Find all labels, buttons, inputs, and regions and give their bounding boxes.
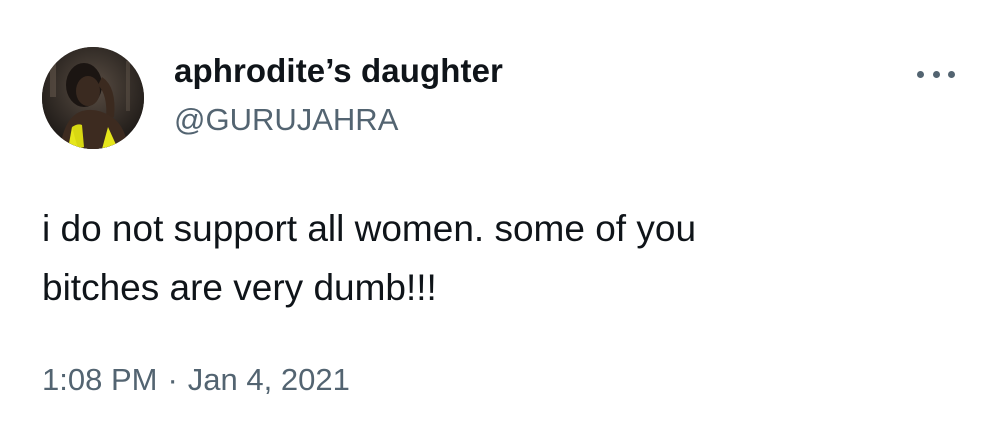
tweet-text: i do not support all women. some of you … bbox=[42, 199, 942, 317]
user-handle[interactable]: @GURUJAHRA bbox=[174, 102, 398, 138]
timestamp-separator: · bbox=[167, 362, 178, 397]
tweet-timestamp[interactable]: 1:08 PM · Jan 4, 2021 bbox=[42, 362, 350, 398]
more-options-button[interactable] bbox=[913, 60, 959, 88]
tweet-card: aphrodite’s daughter @GURUJAHRA i do not… bbox=[0, 0, 1000, 447]
more-dot bbox=[948, 70, 955, 78]
tweet-text-line: bitches are very dumb!!! bbox=[42, 267, 437, 308]
tweet-text-line: i do not support all women. some of you bbox=[42, 208, 697, 249]
avatar[interactable] bbox=[42, 47, 144, 149]
display-name[interactable]: aphrodite’s daughter bbox=[174, 52, 503, 90]
tweet-time: 1:08 PM bbox=[42, 362, 158, 397]
more-dot bbox=[932, 70, 940, 78]
more-dot bbox=[917, 70, 924, 78]
more-horizontal-icon bbox=[917, 70, 955, 78]
tweet-date: Jan 4, 2021 bbox=[187, 362, 350, 397]
